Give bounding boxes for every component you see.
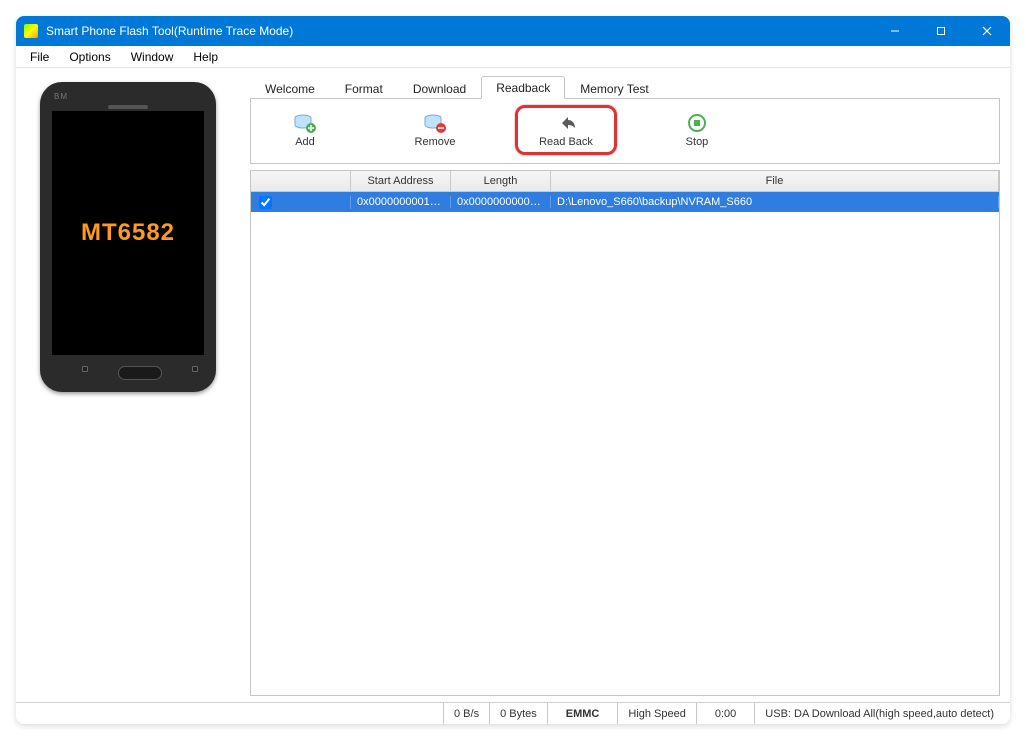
- add-label: Add: [295, 136, 315, 148]
- read-back-label: Read Back: [539, 136, 593, 148]
- read-back-button[interactable]: Read Back: [526, 112, 606, 148]
- grid-header: Start Address Length File: [251, 171, 999, 192]
- tab-memory-test[interactable]: Memory Test: [565, 77, 663, 99]
- phone-screen: MT6582: [52, 111, 204, 355]
- menu-help[interactable]: Help: [183, 48, 228, 66]
- tab-download[interactable]: Download: [398, 77, 481, 99]
- menu-window[interactable]: Window: [121, 48, 184, 66]
- table-row[interactable]: 0x000000000100... 0x000000000050... D:\L…: [251, 192, 999, 212]
- title-bar: Smart Phone Flash Tool(Runtime Trace Mod…: [16, 16, 1010, 46]
- tab-readback[interactable]: Readback: [481, 76, 565, 99]
- close-button[interactable]: [964, 16, 1010, 46]
- read-back-icon: [553, 112, 579, 134]
- phone-home-button: [118, 366, 162, 380]
- grid-header-check[interactable]: [251, 171, 351, 191]
- remove-icon: [422, 112, 448, 134]
- remove-button[interactable]: Remove: [385, 112, 485, 148]
- row-start-address: 0x000000000100...: [351, 196, 451, 208]
- status-time: 0:00: [696, 703, 754, 724]
- status-bytes: 0 Bytes: [489, 703, 547, 724]
- window-title: Smart Phone Flash Tool(Runtime Trace Mod…: [46, 24, 872, 38]
- row-checkbox-cell[interactable]: [251, 196, 351, 209]
- status-usb: USB: DA Download All(high speed,auto det…: [754, 703, 1004, 724]
- tab-format[interactable]: Format: [330, 77, 398, 99]
- phone-brand: BM: [54, 92, 204, 101]
- grid-body: 0x000000000100... 0x000000000050... D:\L…: [251, 192, 999, 212]
- minimize-button[interactable]: [872, 16, 918, 46]
- phone-chip-label: MT6582: [81, 219, 175, 247]
- readback-toolbar: Add Remove Read Back: [250, 99, 1000, 164]
- grid-header-length[interactable]: Length: [451, 171, 551, 191]
- status-storage: EMMC: [547, 703, 618, 724]
- stop-icon: [684, 112, 710, 134]
- row-file: D:\Lenovo_S660\backup\NVRAM_S660: [551, 196, 999, 208]
- remove-label: Remove: [415, 136, 456, 148]
- menu-bar: File Options Window Help: [16, 46, 1010, 68]
- tab-welcome[interactable]: Welcome: [250, 77, 330, 99]
- phone-nav-keys: [52, 366, 228, 380]
- stop-label: Stop: [686, 136, 709, 148]
- status-rate: 0 B/s: [443, 703, 489, 724]
- phone-mockup: BM MT6582: [40, 82, 216, 392]
- row-length: 0x000000000050...: [451, 196, 551, 208]
- tab-bar: Welcome Format Download Readback Memory …: [250, 74, 1000, 99]
- maximize-button[interactable]: [918, 16, 964, 46]
- add-button[interactable]: Add: [255, 112, 355, 148]
- status-speed: High Speed: [617, 703, 696, 724]
- grid-header-start-address[interactable]: Start Address: [351, 171, 451, 191]
- stop-button[interactable]: Stop: [647, 112, 747, 148]
- add-icon: [292, 112, 318, 134]
- grid-header-file[interactable]: File: [551, 171, 999, 191]
- status-bar: 0 B/s 0 Bytes EMMC High Speed 0:00 USB: …: [16, 702, 1010, 724]
- device-preview-panel: BM MT6582: [16, 68, 246, 702]
- readback-grid[interactable]: Start Address Length File 0x000000000100…: [250, 170, 1000, 696]
- row-checkbox[interactable]: [259, 196, 272, 209]
- menu-file[interactable]: File: [20, 48, 59, 66]
- phone-earpiece: [108, 105, 148, 109]
- menu-options[interactable]: Options: [59, 48, 120, 66]
- read-back-highlight: Read Back: [515, 105, 617, 155]
- app-icon: [24, 24, 38, 38]
